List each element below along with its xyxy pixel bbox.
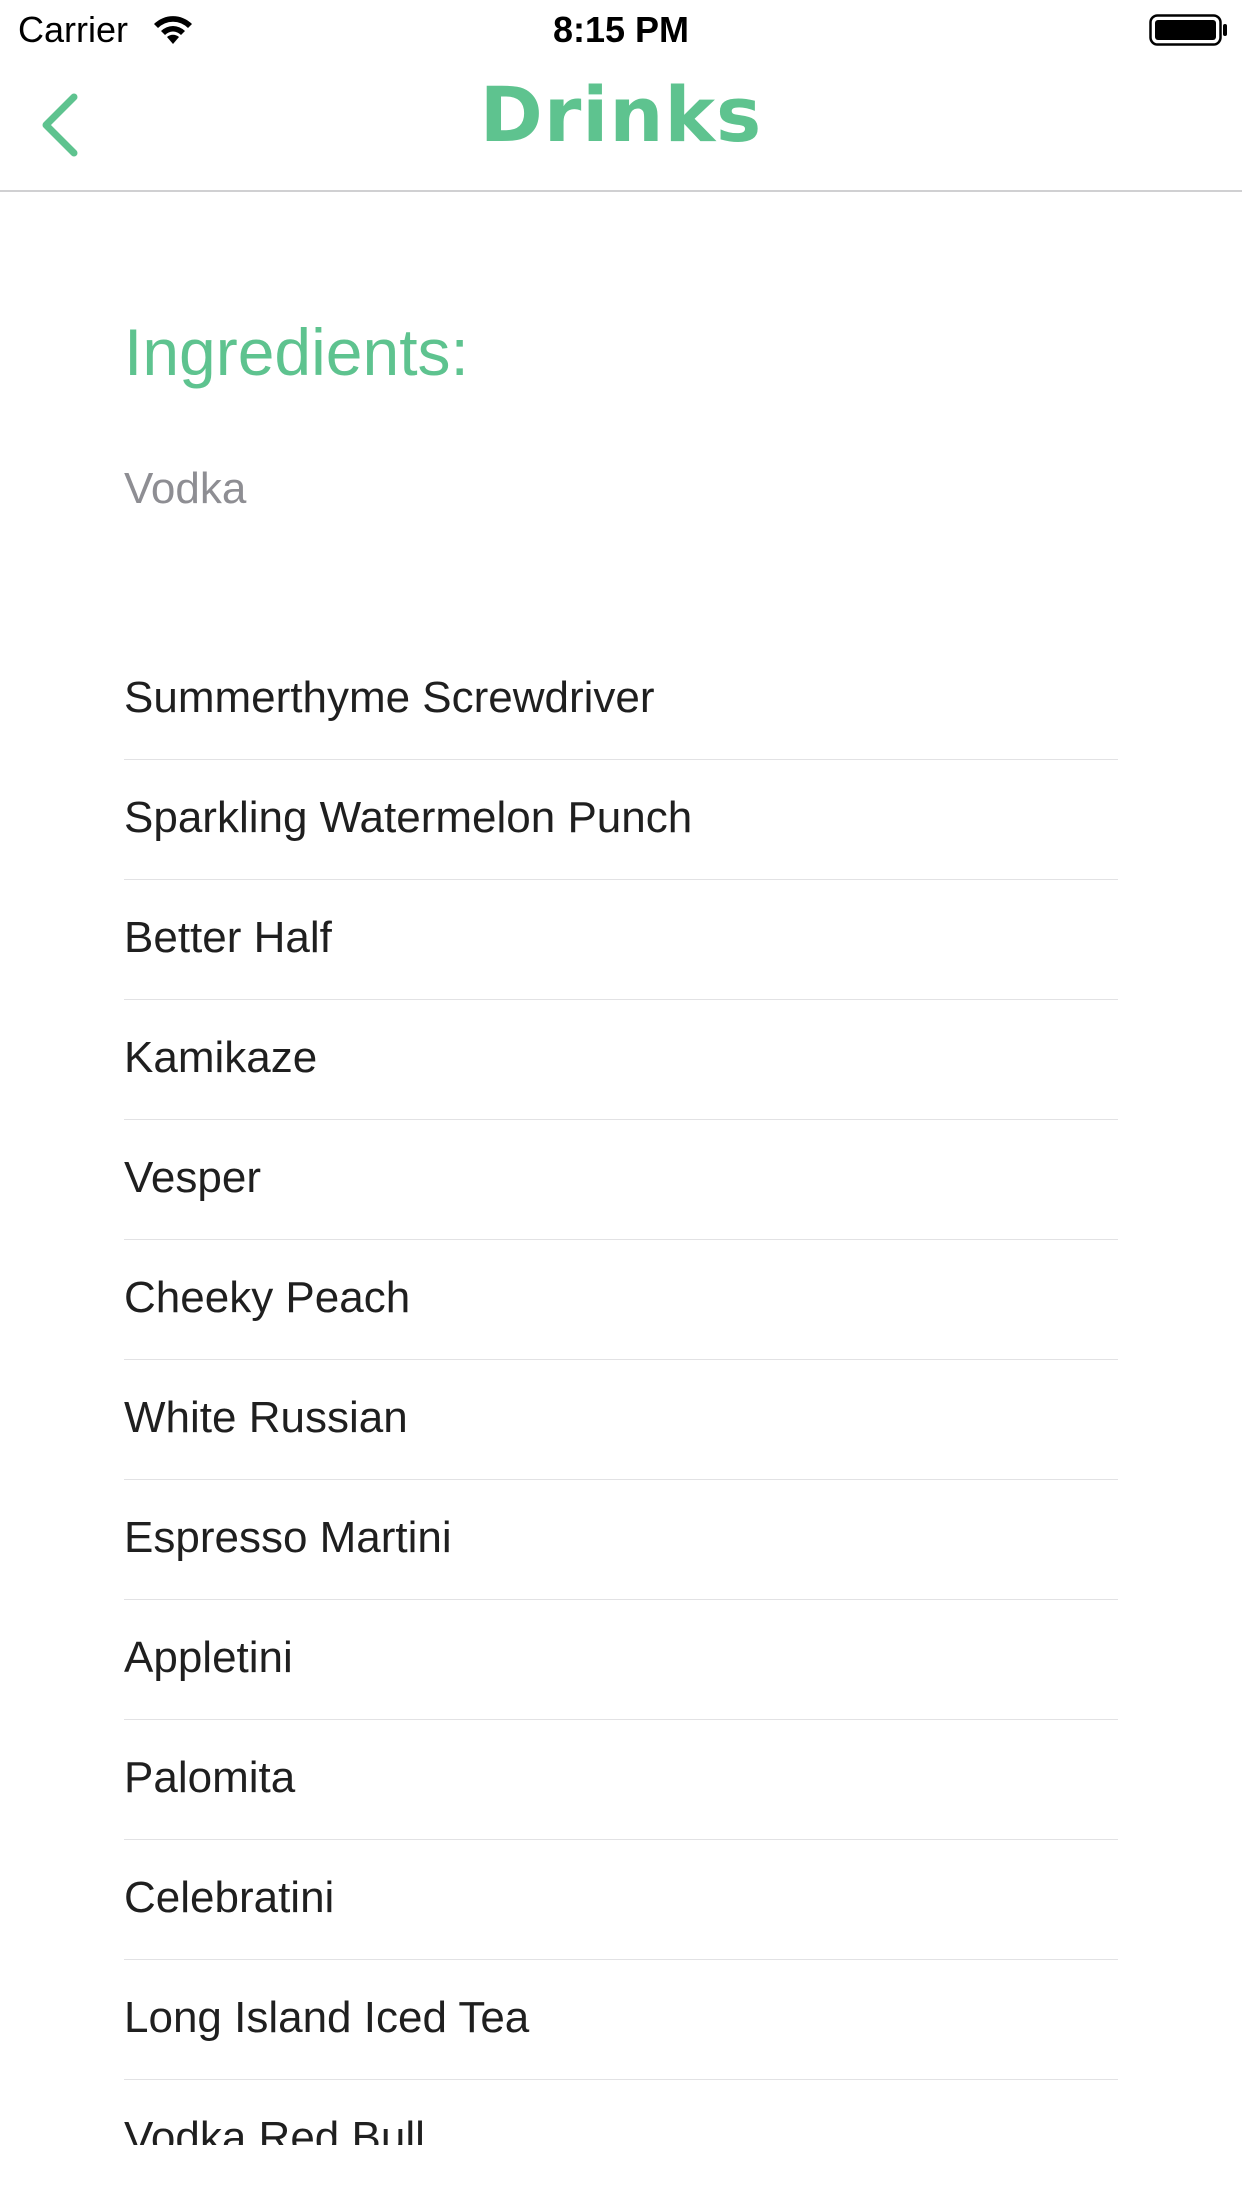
list-item[interactable]: Summerthyme Screwdriver	[124, 640, 1118, 760]
ingredient-value: Vodka	[124, 464, 247, 513]
status-time: 8:15 PM	[552, 9, 690, 50]
drink-name: Sparkling Watermelon Punch	[124, 793, 693, 842]
list-item[interactable]: Espresso Martini	[124, 1480, 1118, 1600]
list-item[interactable]: Appletini	[124, 1600, 1118, 1720]
drink-name: White Russian	[124, 1393, 408, 1442]
page-title: Drinks	[479, 70, 763, 159]
drink-name: Long Island Iced Tea	[124, 1993, 530, 2042]
list-item[interactable]: Better Half	[124, 880, 1118, 1000]
ingredients-heading: Ingredients:	[124, 315, 469, 389]
drink-name: Celebratini	[124, 1873, 335, 1922]
drink-name: Better Half	[124, 913, 332, 962]
drink-name: Vesper	[124, 1153, 261, 1202]
drinks-list: Summerthyme Screwdriver Sparkling Waterm…	[124, 640, 1118, 2145]
drink-name: Kamikaze	[124, 1033, 318, 1082]
list-item[interactable]: Long Island Iced Tea	[124, 1960, 1118, 2080]
list-item[interactable]: Vesper	[124, 1120, 1118, 1240]
battery-icon	[1149, 14, 1229, 46]
drink-name: Espresso Martini	[124, 1513, 452, 1562]
drink-name: Vodka Red Bull	[124, 2113, 425, 2145]
list-item[interactable]: Palomita	[124, 1720, 1118, 1840]
list-item[interactable]: Celebratini	[124, 1840, 1118, 1960]
drink-name: Summerthyme Screwdriver	[124, 673, 655, 722]
list-item[interactable]: Vodka Red Bull	[124, 2080, 1118, 2145]
list-item[interactable]: Kamikaze	[124, 1000, 1118, 1120]
status-bar: Carrier 8:15 PM	[0, 0, 1242, 60]
drink-name: Cheeky Peach	[124, 1273, 411, 1322]
list-item[interactable]: Sparkling Watermelon Punch	[124, 760, 1118, 880]
list-item[interactable]: Cheeky Peach	[124, 1240, 1118, 1360]
list-item[interactable]: White Russian	[124, 1360, 1118, 1480]
navigation-bar: Drinks	[0, 60, 1242, 192]
drink-name: Appletini	[124, 1633, 293, 1682]
drink-name: Palomita	[124, 1753, 296, 1802]
